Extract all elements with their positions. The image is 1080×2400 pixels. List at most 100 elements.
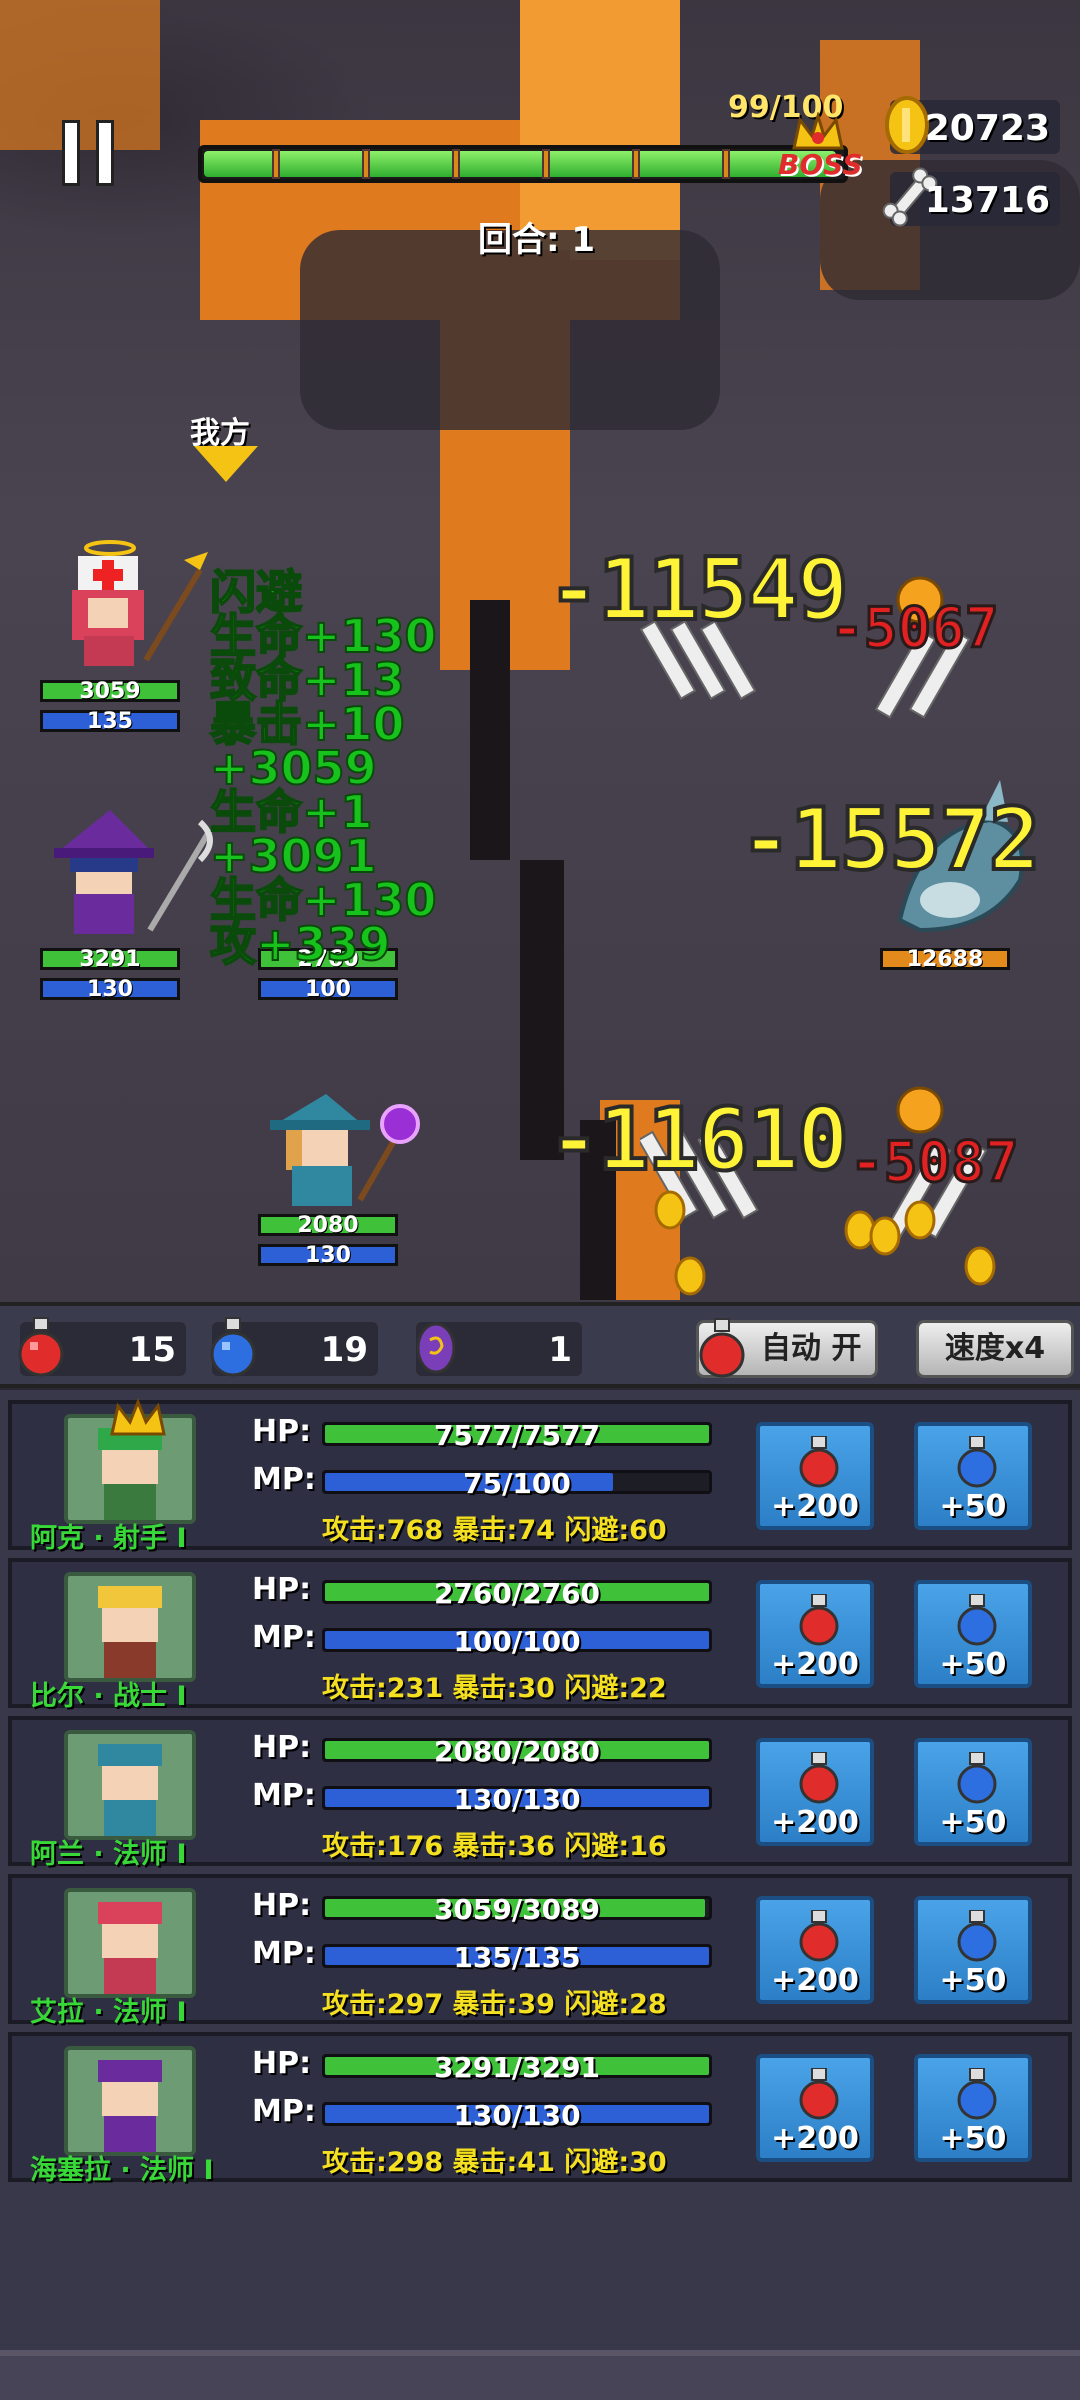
- hero-avatar-icon: [98, 1586, 162, 1678]
- hero-hp-bar: 7577/7577: [322, 1419, 712, 1452]
- hp-label: HP:: [252, 1414, 312, 1449]
- hero-stats: 攻击:231 暴击:30 闪避:22: [322, 1673, 667, 1704]
- nurse-mage-sprite: [72, 540, 208, 666]
- hero-portrait[interactable]: [64, 1572, 196, 1682]
- special-potion-slot: 1: [416, 1322, 582, 1376]
- hero-mp-bar: 100/100: [322, 1625, 712, 1658]
- ally-hp-bar: 3059: [40, 679, 180, 704]
- red-potion-icon: [18, 1317, 64, 1377]
- auto-toggle-label: 自动 开: [761, 1331, 862, 1366]
- hp-potion-amount: +200: [771, 1805, 859, 1840]
- boss-progress-fill: [204, 151, 836, 177]
- hero-stats: 攻击:176 暴击:36 闪避:16: [322, 1831, 667, 1862]
- hero-hp-text: 7577/7577: [433, 1419, 601, 1452]
- hero-hp-bar: 2760/2760: [322, 1577, 712, 1610]
- gold-value: 20723: [924, 108, 1050, 149]
- hero-card[interactable]: 阿兰 · 法师 I HP: 2080/2080 MP: 130/130 攻击:1…: [8, 1716, 1072, 1870]
- use-mp-potion-button[interactable]: +50: [914, 2054, 1032, 2162]
- bone-value: 13716: [924, 180, 1050, 221]
- hero-stats: 攻击:768 暴击:74 闪避:60: [322, 1515, 667, 1546]
- mp-potion-amount: +50: [939, 1489, 1007, 1524]
- mp-label: MP:: [252, 1462, 316, 1497]
- use-hp-potion-button[interactable]: +200: [756, 1422, 874, 1530]
- blue-potion-icon: [957, 1752, 997, 1804]
- hero-hp-text: 2080/2080: [433, 1735, 601, 1768]
- mp-potion-amount: +50: [939, 2121, 1007, 2156]
- leader-crown-icon: [110, 1398, 166, 1436]
- hero-name: 比尔 · 战士 I: [30, 1681, 187, 1712]
- hero-card[interactable]: 海塞拉 · 法师 I HP: 3291/3291 MP: 130/130 攻击:…: [8, 2032, 1072, 2186]
- hero-mp-text: 135/135: [453, 1941, 581, 1974]
- bottom-strip: [0, 2350, 1080, 2400]
- red-potion-icon: [799, 1752, 839, 1804]
- hero-name: 阿兰 · 法师 I: [30, 1839, 187, 1870]
- hp-potion-amount: +200: [771, 1963, 859, 1998]
- use-mp-potion-button[interactable]: +50: [914, 1580, 1032, 1688]
- use-hp-potion-button[interactable]: +200: [756, 2054, 874, 2162]
- coin-drop-icon: [654, 1190, 996, 1296]
- use-mp-potion-button[interactable]: +50: [914, 1896, 1032, 2004]
- hero-hp-bar: 3291/3291: [322, 2051, 712, 2084]
- hero-hp-text: 2760/2760: [433, 1577, 601, 1610]
- hero-name: 阿克 · 射手 I: [30, 1523, 187, 1554]
- auto-toggle-button[interactable]: 自动 开: [696, 1318, 878, 1378]
- hp-potion-slot: 15: [18, 1317, 186, 1377]
- enemy-hp-bar: 12688: [880, 947, 1010, 972]
- hero-mp-bar: 75/100: [322, 1467, 712, 1500]
- use-hp-potion-button[interactable]: +200: [756, 1896, 874, 2004]
- mp-label: MP:: [252, 1778, 316, 1813]
- ally-mp-bar: 100: [258, 977, 398, 1002]
- mp-potion-amount: +50: [939, 1805, 1007, 1840]
- hero-mp-bar: 130/130: [322, 1783, 712, 1816]
- speed-button[interactable]: 速度x4: [916, 1320, 1074, 1378]
- hero-list: 阿克 · 射手 I HP: 7577/7577 MP: 75/100 攻击:76…: [0, 1390, 1080, 2350]
- hp-potion-amount: +200: [771, 1647, 859, 1682]
- red-potion-icon: [799, 1910, 839, 1962]
- red-potion-icon: [799, 2068, 839, 2120]
- hp-label: HP:: [252, 1730, 312, 1765]
- our-side-arrow-icon: [194, 446, 258, 482]
- ally-mp-bar: 130: [40, 977, 180, 1002]
- pause-button[interactable]: [62, 120, 122, 186]
- hero-avatar-icon: [98, 1744, 162, 1836]
- hero-mp-bar: 130/130: [322, 2099, 712, 2132]
- hero-hp-bar: 2080/2080: [322, 1735, 712, 1768]
- hero-card[interactable]: 阿克 · 射手 I HP: 7577/7577 MP: 75/100 攻击:76…: [8, 1398, 1072, 1554]
- hero-mp-text: 130/130: [453, 1783, 581, 1816]
- use-hp-potion-button[interactable]: +200: [756, 1580, 874, 1688]
- use-hp-potion-button[interactable]: +200: [756, 1738, 874, 1846]
- hp-potion-amount: +200: [771, 1489, 859, 1524]
- red-potion-icon: [799, 1436, 839, 1488]
- red-potion-icon: [699, 1318, 745, 1378]
- battle-scene: 99/100 BOSS 回合: 1 20723 13716 我方 3059 13…: [0, 0, 1080, 1302]
- hero-mp-text: 100/100: [453, 1625, 581, 1658]
- mp-label: MP:: [252, 2094, 316, 2129]
- use-mp-potion-button[interactable]: +50: [914, 1422, 1032, 1530]
- heal-float-text: 闪避 生命+130 致命+13 暴击+10 +3059 生命+1 +3091 生…: [209, 565, 438, 971]
- hero-portrait[interactable]: [64, 2046, 196, 2156]
- hero-portrait[interactable]: [64, 1730, 196, 1840]
- hero-hp-text: 3059/3089: [433, 1893, 601, 1926]
- hero-hp-text: 3291/3291: [433, 2051, 601, 2084]
- hero-hp-bar: 3059/3089: [322, 1893, 712, 1926]
- boss-label: BOSS: [778, 148, 863, 181]
- damage-number: -11610: [546, 1088, 851, 1192]
- hero-card[interactable]: 艾拉 · 法师 I HP: 3059/3089 MP: 135/135 攻击:2…: [8, 1874, 1072, 2028]
- ally-mp-bar: 135: [40, 709, 180, 734]
- hero-name: 艾拉 · 法师 I: [30, 1997, 187, 2028]
- hp-label: HP:: [252, 1572, 312, 1607]
- bone-counter: 13716: [882, 167, 1060, 227]
- mp-potion-amount: +50: [939, 1963, 1007, 1998]
- hero-card[interactable]: 比尔 · 战士 I HP: 2760/2760 MP: 100/100 攻击:2…: [8, 1558, 1072, 1712]
- use-mp-potion-button[interactable]: +50: [914, 1738, 1032, 1846]
- round-counter: 回合: 1: [478, 220, 596, 260]
- hero-stats: 攻击:298 暴击:41 闪避:30: [322, 2147, 667, 2178]
- hero-name: 海塞拉 · 法师 I: [30, 2155, 214, 2186]
- red-potion-icon: [799, 1594, 839, 1646]
- hero-portrait[interactable]: [64, 1888, 196, 1998]
- witch-mage-sprite: [54, 810, 213, 934]
- purple-rune-icon: [416, 1322, 456, 1374]
- ally-mp-bar: 130: [258, 1243, 398, 1268]
- blue-potion-icon: [957, 1910, 997, 1962]
- hero-mp-text: 75/100: [463, 1467, 571, 1500]
